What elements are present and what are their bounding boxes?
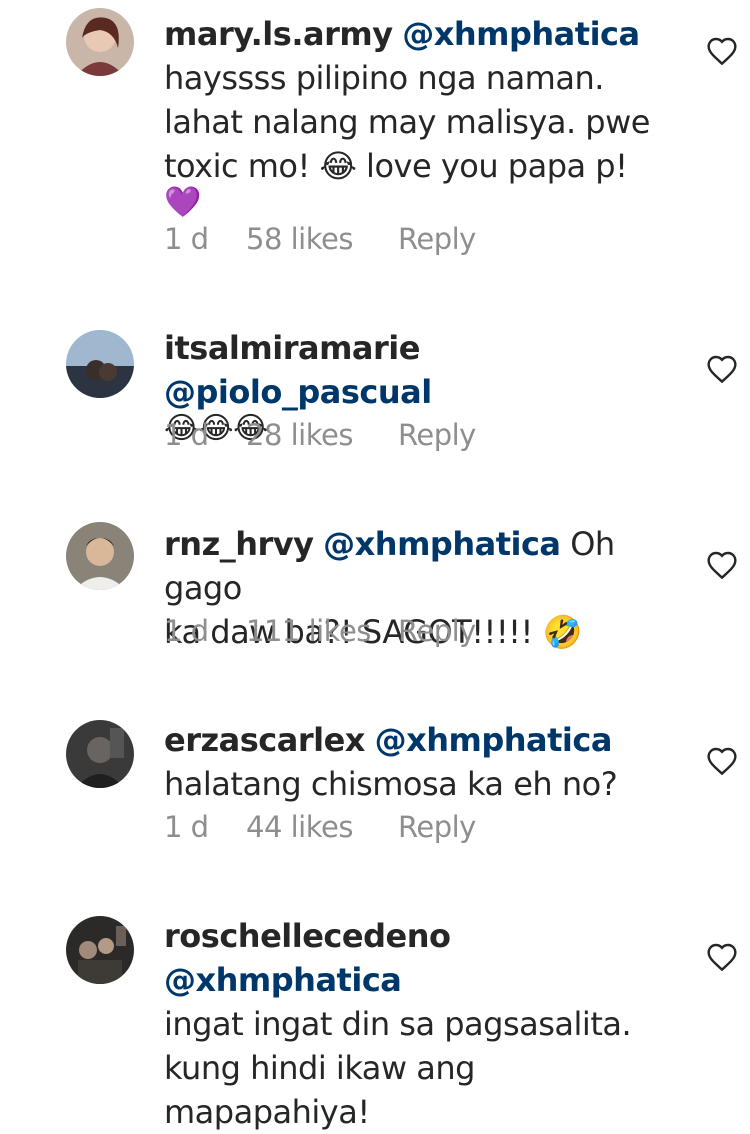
comment-text-line: lahat nalang may malisya. pwe [164, 103, 650, 141]
comment-username[interactable]: mary.ls.army [164, 15, 393, 53]
comment-time: 1 d [164, 810, 209, 844]
heart-outline-icon[interactable] [706, 746, 738, 776]
reply-button[interactable]: Reply [398, 418, 476, 452]
comment-likes[interactable]: 28 likes [246, 418, 398, 452]
heart-outline-icon[interactable] [706, 942, 738, 972]
avatar[interactable] [66, 8, 134, 76]
comment-body: roschellecedeno @xhmphatica ingat ingat … [164, 914, 684, 1134]
comment-text-line: kung hindi ikaw ang [164, 1049, 475, 1087]
reply-button[interactable]: Reply [398, 810, 476, 844]
comment-time: 1 d [164, 418, 209, 452]
comment-text-line: mapapahiya! [164, 1093, 370, 1131]
comment-time: 1 d [164, 614, 209, 648]
avatar[interactable] [66, 916, 134, 984]
comment-username[interactable]: itsalmiramarie [164, 329, 420, 367]
comment-meta: 1 d 44 likes Reply [164, 810, 476, 844]
comment-likes[interactable]: 44 likes [246, 810, 398, 844]
comment-mention[interactable]: @xhmphatica [323, 525, 561, 563]
comment-meta: 1 d 111 likes Reply [164, 614, 476, 648]
heart-outline-icon[interactable] [706, 354, 738, 384]
comment-text-line: hayssss pilipino nga naman. [164, 59, 604, 97]
comment-text-line: toxic mo! 😂 love you papa p! [164, 147, 628, 185]
comment-mention[interactable]: @xhmphatica [402, 15, 640, 53]
comment-text-line: halatang chismosa ka eh no? [164, 765, 618, 803]
reply-button[interactable]: Reply [398, 222, 476, 256]
comment-username[interactable]: erzascarlex [164, 721, 365, 759]
heart-outline-icon[interactable] [706, 550, 738, 580]
comment-body: erzascarlex @xhmphatica halatang chismos… [164, 718, 684, 806]
comment-mention[interactable]: @xhmphatica [375, 721, 613, 759]
comment-mention[interactable]: @xhmphatica [164, 961, 402, 999]
comment-time: 1 d [164, 222, 209, 256]
comment-likes[interactable]: 58 likes [246, 222, 398, 256]
avatar[interactable] [66, 330, 134, 398]
comment-username[interactable]: rnz_hrvy [164, 525, 314, 563]
comment-text-line: ingat ingat din sa pagsasalita. [164, 1005, 632, 1043]
comment-body: mary.ls.army @xhmphatica hayssss pilipin… [164, 12, 684, 218]
comment-likes[interactable]: 111 likes [246, 614, 398, 648]
comment-meta: 1 d 58 likes Reply [164, 222, 476, 256]
avatar[interactable] [66, 720, 134, 788]
comment-text-line: 💜 [164, 185, 201, 220]
reply-button[interactable]: Reply [398, 614, 476, 648]
comment-meta: 1 d 28 likes Reply [164, 418, 476, 452]
heart-outline-icon[interactable] [706, 36, 738, 66]
comment-username[interactable]: roschellecedeno [164, 917, 451, 955]
comment-mention[interactable]: @piolo_pascual [164, 373, 432, 411]
avatar[interactable] [66, 522, 134, 590]
